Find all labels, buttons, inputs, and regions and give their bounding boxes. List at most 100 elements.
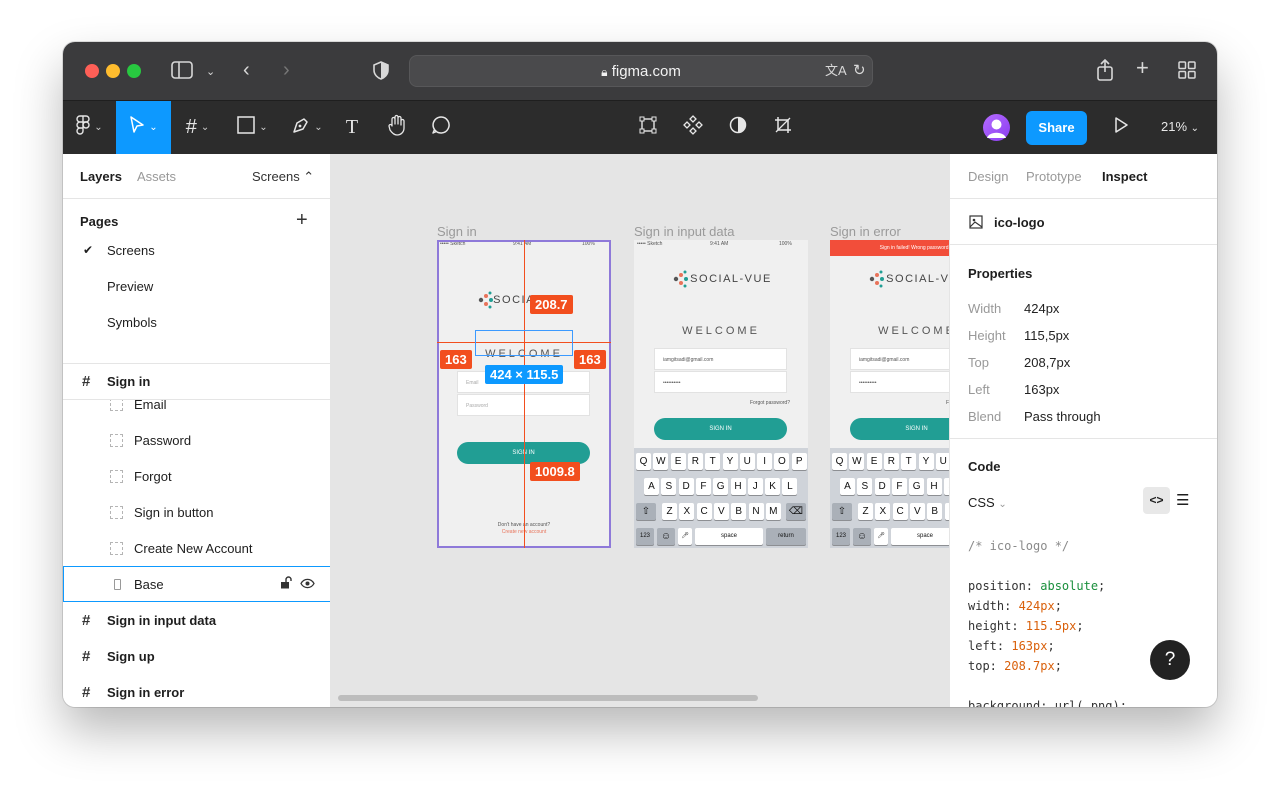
numbers-key[interactable]: 123: [636, 528, 654, 545]
text-tool-button[interactable]: T: [338, 101, 366, 154]
keyboard-key[interactable]: W: [849, 453, 865, 470]
add-page-icon[interactable]: +: [296, 209, 308, 232]
page-item-preview[interactable]: Preview: [63, 268, 330, 304]
selection-box[interactable]: [475, 330, 573, 356]
transform-button[interactable]: [634, 101, 662, 154]
list-view-icon[interactable]: ☰: [1176, 491, 1189, 509]
horizontal-scrollbar[interactable]: [338, 695, 758, 701]
keyboard-key[interactable]: Q: [832, 453, 847, 470]
tab-overview-icon[interactable]: [1178, 61, 1196, 84]
present-button[interactable]: [1108, 101, 1134, 154]
keyboard-key[interactable]: C: [696, 503, 712, 520]
share-button[interactable]: Share: [1026, 111, 1087, 145]
pen-tool-button[interactable]: ⌄: [285, 101, 330, 154]
prop-left-value[interactable]: 163px: [1024, 382, 1059, 397]
keyboard-key[interactable]: B: [927, 503, 943, 520]
keyboard-key[interactable]: A: [644, 478, 659, 495]
move-tool-button[interactable]: ⌄: [116, 101, 171, 154]
numbers-key[interactable]: 123: [832, 528, 850, 545]
address-bar[interactable]: 🔒︎ figma.com 文A ↻: [409, 55, 873, 87]
keyboard-key[interactable]: J: [747, 478, 763, 495]
mic-key[interactable]: 🎤︎: [678, 528, 692, 545]
phone-frame-sign-in-error[interactable]: Sign in failed! Wrong password or SOCIAL…: [830, 240, 949, 548]
unlock-icon[interactable]: [280, 576, 292, 592]
keyboard-key[interactable]: D: [678, 478, 694, 495]
page-item-symbols[interactable]: Symbols: [63, 304, 330, 340]
password-field[interactable]: ••••••••••: [850, 371, 949, 393]
shift-key[interactable]: ⇧: [832, 503, 852, 520]
sidebar-toggle-icon[interactable]: [171, 61, 193, 84]
frame-label[interactable]: Sign in: [437, 224, 477, 239]
space-key[interactable]: space: [695, 528, 763, 545]
tab-layers[interactable]: Layers: [80, 169, 122, 184]
layer-frame-sign-in[interactable]: # Sign in: [63, 364, 330, 400]
layer-frame-sign-in-input-data[interactable]: # Sign in input data: [63, 602, 330, 638]
zoom-menu[interactable]: 21% ⌄: [1161, 119, 1199, 134]
reload-icon[interactable]: ↻: [853, 61, 866, 81]
page-item-screens[interactable]: ✔ Screens: [63, 232, 330, 268]
keyboard-key[interactable]: O: [774, 453, 790, 470]
layer-create-new-account[interactable]: Create New Account: [63, 530, 330, 566]
layer-forgot[interactable]: Forgot: [63, 458, 330, 494]
keyboard-key[interactable]: E: [670, 453, 686, 470]
code-view-button[interactable]: <>: [1143, 487, 1170, 514]
keyboard-key[interactable]: F: [891, 478, 907, 495]
minimize-window-button[interactable]: [106, 64, 120, 78]
chevron-down-icon[interactable]: ⌄: [206, 62, 215, 82]
tab-inspect[interactable]: Inspect: [1102, 169, 1148, 184]
keyboard-key[interactable]: U: [935, 453, 949, 470]
keyboard-key[interactable]: X: [679, 503, 695, 520]
frame-label[interactable]: Sign in error: [830, 224, 901, 239]
shift-key[interactable]: ⇧: [636, 503, 656, 520]
keyboard-key[interactable]: W: [653, 453, 669, 470]
prop-width-value[interactable]: 424px: [1024, 301, 1059, 316]
keyboard-key[interactable]: P: [791, 453, 807, 470]
layer-password[interactable]: Password: [63, 422, 330, 458]
keyboard-key[interactable]: E: [866, 453, 882, 470]
layer-frame-sign-in-error[interactable]: # Sign in error: [63, 674, 330, 707]
mic-key[interactable]: 🎤︎: [874, 528, 888, 545]
keyboard-key[interactable]: C: [892, 503, 908, 520]
layer-base[interactable]: Base: [63, 566, 330, 602]
keyboard-key[interactable]: L: [782, 478, 798, 495]
keyboard-key[interactable]: T: [705, 453, 721, 470]
design-canvas[interactable]: Sign in Sign in input data Sign in error…: [331, 154, 949, 707]
main-menu-button[interactable]: ⌄: [63, 101, 116, 154]
share-page-icon[interactable]: [1096, 58, 1114, 86]
keyboard-key[interactable]: M: [765, 503, 781, 520]
keyboard-key[interactable]: T: [901, 453, 917, 470]
hand-tool-button[interactable]: [383, 101, 411, 154]
return-key[interactable]: return: [766, 528, 806, 545]
back-icon[interactable]: ‹: [243, 60, 250, 80]
space-key[interactable]: space: [891, 528, 949, 545]
keyboard-key[interactable]: F: [695, 478, 711, 495]
keyboard-key[interactable]: X: [875, 503, 891, 520]
translate-icon[interactable]: 文A: [825, 61, 847, 81]
close-window-button[interactable]: [85, 64, 99, 78]
keyboard-key[interactable]: V: [909, 503, 925, 520]
layer-frame-sign-up[interactable]: # Sign up: [63, 638, 330, 674]
password-field[interactable]: ••••••••••: [654, 371, 787, 393]
keyboard-key[interactable]: S: [661, 478, 677, 495]
keyboard-key[interactable]: U: [739, 453, 755, 470]
prop-top-value[interactable]: 208,7px: [1024, 355, 1070, 370]
zoom-window-button[interactable]: [127, 64, 141, 78]
emoji-key[interactable]: ☺: [853, 528, 871, 545]
keyboard-key[interactable]: D: [874, 478, 890, 495]
privacy-shield-icon[interactable]: [373, 61, 389, 85]
keyboard-key[interactable]: G: [909, 478, 925, 495]
tab-design[interactable]: Design: [968, 169, 1008, 184]
help-button[interactable]: ?: [1150, 640, 1190, 680]
forgot-password-link[interactable]: Forgot password?: [750, 400, 790, 406]
keyboard-key[interactable]: A: [840, 478, 855, 495]
mask-button[interactable]: [724, 101, 752, 154]
keyboard-key[interactable]: B: [731, 503, 747, 520]
tab-prototype[interactable]: Prototype: [1026, 169, 1082, 184]
new-tab-icon[interactable]: +: [1136, 57, 1149, 79]
sign-in-button[interactable]: SIGN IN: [850, 418, 949, 440]
backspace-key[interactable]: ⌫: [786, 503, 806, 520]
layer-sign-in-button[interactable]: Sign in button: [63, 494, 330, 530]
prop-height-value[interactable]: 115,5px: [1024, 328, 1069, 343]
keyboard-key[interactable]: V: [713, 503, 729, 520]
keyboard-key[interactable]: Y: [722, 453, 738, 470]
